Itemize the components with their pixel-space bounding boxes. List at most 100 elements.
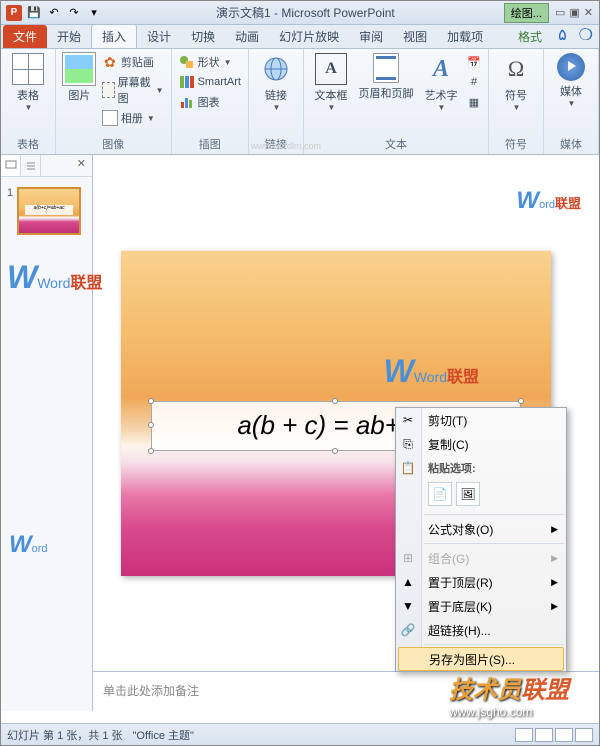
tab-format[interactable]: 格式: [508, 25, 552, 48]
picture-button[interactable]: 图片: [62, 53, 97, 103]
headerfooter-icon: [373, 53, 399, 83]
date-icon: 📅: [467, 54, 481, 70]
picture-icon: [63, 53, 95, 85]
help-icon[interactable]: ❍: [573, 22, 599, 48]
thumbnail-list: 1 a(b+c)=ab+ac: [1, 177, 92, 245]
hyperlink-icon: 🔗: [400, 622, 416, 638]
media-button[interactable]: 媒体▼: [550, 53, 592, 108]
ribbon: 表格▼ 表格 图片 ✿剪贴画 屏幕截图▼ 相册▼ 图像 形状▼ SmartArt…: [1, 49, 599, 155]
album-icon: [102, 110, 118, 126]
wordart-button[interactable]: A 艺术字▼: [420, 53, 462, 112]
minimize-icon[interactable]: ▭: [555, 6, 565, 19]
group-tables: 表格▼ 表格: [1, 49, 56, 154]
object-icon: ▦: [467, 94, 481, 110]
thumb-number: 1: [7, 187, 13, 199]
screenshot-button[interactable]: 屏幕截图▼: [101, 73, 165, 107]
smartart-button[interactable]: SmartArt: [178, 73, 242, 91]
chevron-right-icon: ▶: [551, 577, 558, 588]
chart-icon: [179, 94, 195, 110]
context-menu: ✂剪切(T) ⎘复制(C) 📋粘贴选项: 📄 🖼 公式对象(O)▶ ⊞组合(G)…: [395, 407, 567, 672]
status-slide-count: 幻灯片 第 1 张，共 1 张: [7, 727, 123, 743]
tab-addins[interactable]: 加载项: [437, 25, 493, 48]
normal-view-button[interactable]: [515, 728, 533, 742]
paste-picture[interactable]: 🖼: [456, 482, 480, 506]
headerfooter-button[interactable]: 页眉和页脚: [356, 53, 416, 101]
table-button[interactable]: 表格▼: [7, 53, 49, 112]
cm-separator: [424, 644, 564, 645]
tab-view[interactable]: 视图: [393, 25, 437, 48]
title-bar: P 💾 ↶ ↷ ▾ 演示文稿1 - Microsoft PowerPoint 绘…: [1, 1, 599, 25]
resize-handle[interactable]: [332, 398, 338, 404]
paste-keep-formatting[interactable]: 📄: [428, 482, 452, 506]
qat-dropdown-icon[interactable]: ▾: [85, 4, 103, 22]
thumbnails-tab[interactable]: [1, 155, 21, 176]
quick-access-toolbar: P 💾 ↶ ↷ ▾: [1, 4, 107, 22]
tab-home[interactable]: 开始: [47, 25, 91, 48]
save-icon[interactable]: 💾: [25, 4, 43, 22]
tab-slideshow[interactable]: 幻灯片放映: [269, 25, 349, 48]
window-title: 演示文稿1 - Microsoft PowerPoint: [107, 4, 504, 21]
cm-save-as-picture[interactable]: 另存为图片(S)...: [398, 647, 564, 671]
watermark-url: www.wordlm.com: [251, 141, 321, 151]
text-extra-2[interactable]: #: [466, 73, 482, 91]
reading-view-button[interactable]: [555, 728, 573, 742]
resize-handle[interactable]: [332, 448, 338, 454]
resize-handle[interactable]: [148, 422, 154, 428]
tab-insert[interactable]: 插入: [91, 24, 137, 48]
group-label-illustrations: 插图: [178, 134, 242, 154]
cm-bring-front[interactable]: ▲置于顶层(R)▶: [396, 570, 566, 594]
app-icon[interactable]: P: [5, 4, 23, 22]
cm-send-back[interactable]: ▼置于底层(K)▶: [396, 594, 566, 618]
undo-icon[interactable]: ↶: [45, 4, 63, 22]
clipart-button[interactable]: ✿剪贴画: [101, 53, 165, 71]
drawing-tools-tab[interactable]: 绘图...: [504, 3, 549, 23]
slidenum-icon: #: [467, 74, 481, 90]
symbol-button[interactable]: Ω 符号▼: [495, 53, 537, 112]
close-icon[interactable]: ✕: [584, 6, 593, 19]
tab-file[interactable]: 文件: [3, 25, 47, 48]
group-label-symbols: 符号: [495, 134, 537, 154]
tab-review[interactable]: 审阅: [349, 25, 393, 48]
resize-handle[interactable]: [148, 448, 154, 454]
thumb-equation: a(b+c)=ab+ac: [25, 205, 73, 215]
text-extra-3[interactable]: ▦: [466, 93, 482, 111]
tab-transitions[interactable]: 切换: [181, 25, 225, 48]
group-label-text: 文本: [310, 134, 482, 154]
table-icon: [12, 53, 44, 85]
cm-cut[interactable]: ✂剪切(T): [396, 408, 566, 432]
slide-panel: ✕ 1 a(b+c)=ab+ac: [1, 155, 93, 711]
copy-icon: ⎘: [400, 436, 416, 452]
redo-icon[interactable]: ↷: [65, 4, 83, 22]
cm-formula-object[interactable]: 公式对象(O)▶: [396, 517, 566, 541]
cm-separator: [424, 543, 564, 544]
resize-handle[interactable]: [518, 398, 524, 404]
shapes-icon: [179, 54, 195, 70]
clipart-icon: ✿: [102, 54, 118, 70]
textbox-button[interactable]: A 文本框▼: [310, 53, 352, 112]
cut-icon: ✂: [400, 412, 416, 428]
group-label-tables: 表格: [7, 134, 49, 154]
resize-handle[interactable]: [148, 398, 154, 404]
cm-hyperlink[interactable]: 🔗超链接(H)...: [396, 618, 566, 642]
smartart-icon: [179, 74, 195, 90]
slideshow-view-button[interactable]: [575, 728, 593, 742]
sorter-view-button[interactable]: [535, 728, 553, 742]
tab-animations[interactable]: 动画: [225, 25, 269, 48]
panel-close-icon[interactable]: ✕: [71, 155, 92, 176]
outline-tab[interactable]: [21, 155, 41, 176]
album-button[interactable]: 相册▼: [101, 109, 165, 127]
group-label-images: 图像: [62, 134, 165, 154]
tab-design[interactable]: 设计: [137, 25, 181, 48]
hyperlink-button[interactable]: 链接▼: [255, 53, 297, 112]
minimize-ribbon-icon[interactable]: ۵: [552, 22, 573, 48]
group-images: 图片 ✿剪贴画 屏幕截图▼ 相册▼ 图像: [56, 49, 172, 154]
status-bar: 幻灯片 第 1 张，共 1 张 "Office 主题": [1, 723, 599, 745]
cm-copy[interactable]: ⎘复制(C): [396, 432, 566, 456]
maximize-icon[interactable]: ▣: [569, 6, 579, 19]
chart-button[interactable]: 图表: [178, 93, 242, 111]
text-extra-1[interactable]: 📅: [466, 53, 482, 71]
hyperlink-icon: [260, 53, 292, 85]
shapes-button[interactable]: 形状▼: [178, 53, 242, 71]
slide-thumbnail-1[interactable]: a(b+c)=ab+ac: [17, 187, 81, 235]
bottom-brand: 技术员联盟 www.jsgho.com: [449, 670, 569, 719]
